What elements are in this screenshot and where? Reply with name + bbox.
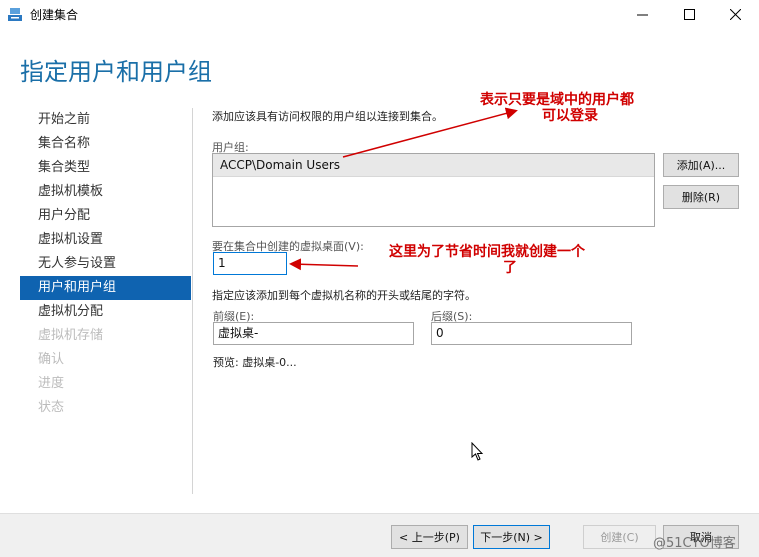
nav-divider: [192, 108, 193, 494]
annotation-line: 表示只要是域中的用户都: [480, 92, 634, 108]
annotation-line: 可以登录: [542, 108, 598, 124]
nav-item-vm-allocation[interactable]: 虚拟机分配: [20, 300, 191, 324]
annotation-one-desktop: 这里为了节省时间我就创建一个 了: [389, 244, 585, 276]
page-title: 指定用户和用户组: [20, 58, 212, 86]
suffix-input[interactable]: 0: [431, 322, 632, 345]
nav-item-confirmation: 确认: [38, 352, 65, 367]
window-title: 创建集合: [30, 8, 79, 22]
user-groups-list[interactable]: ACCP\Domain Users: [212, 153, 655, 227]
remove-button[interactable]: 删除(R): [663, 185, 739, 209]
maximize-icon: [683, 8, 695, 20]
nav-item-results: 状态: [38, 400, 65, 415]
desktop-count-input[interactable]: 1: [213, 252, 287, 275]
wizard-nav: 开始之前 集合名称 集合类型 虚拟机模板 用户分配 虚拟机设置 无人参与设置 用…: [20, 108, 191, 420]
nav-item-progress: 进度: [38, 376, 65, 391]
next-button[interactable]: 下一步(N) >: [473, 525, 550, 549]
nav-item-collection-type[interactable]: 集合类型: [20, 156, 191, 180]
nav-item-vm-template[interactable]: 虚拟机模板: [20, 180, 191, 204]
server-app-icon: [8, 8, 22, 21]
nav-item-vm-settings[interactable]: 虚拟机设置: [20, 228, 191, 252]
prefix-input[interactable]: 虚拟桌-: [213, 322, 414, 345]
watermark: @51CTO博客: [653, 536, 736, 551]
nav-item-users-and-groups[interactable]: 用户和用户组: [20, 276, 191, 300]
minimize-icon: [636, 14, 648, 15]
mouse-cursor-icon: [471, 442, 484, 461]
nav-item-vm-storage: 虚拟机存储: [38, 328, 104, 343]
annotation-domain-users: 表示只要是域中的用户都 可以登录: [480, 92, 634, 124]
name-preview: 预览: 虚拟桌-0...: [213, 356, 297, 369]
previous-button[interactable]: < 上一步(P): [391, 525, 468, 549]
nav-item-before-you-begin[interactable]: 开始之前: [20, 108, 191, 132]
nav-item-collection-name[interactable]: 集合名称: [20, 132, 191, 156]
naming-description: 指定应该添加到每个虚拟机名称的开头或结尾的字符。: [212, 289, 476, 302]
arrow-to-desktop-count: [289, 258, 359, 271]
annotation-line: 这里为了节省时间我就创建一个: [389, 244, 585, 260]
close-icon: [729, 8, 741, 20]
intro-text: 添加应该具有访问权限的用户组以连接到集合。: [212, 110, 443, 123]
title-bar: 创建集合: [0, 0, 759, 28]
nav-item-unattended-settings[interactable]: 无人参与设置: [20, 252, 191, 276]
close-button[interactable]: [712, 0, 758, 28]
annotation-line: 了: [503, 260, 517, 276]
nav-item-user-assignment[interactable]: 用户分配: [20, 204, 191, 228]
add-button[interactable]: 添加(A)...: [663, 153, 739, 177]
create-button: 创建(C): [583, 525, 656, 549]
maximize-button[interactable]: [666, 0, 712, 28]
minimize-button[interactable]: [619, 0, 665, 28]
list-item[interactable]: ACCP\Domain Users: [213, 154, 654, 177]
